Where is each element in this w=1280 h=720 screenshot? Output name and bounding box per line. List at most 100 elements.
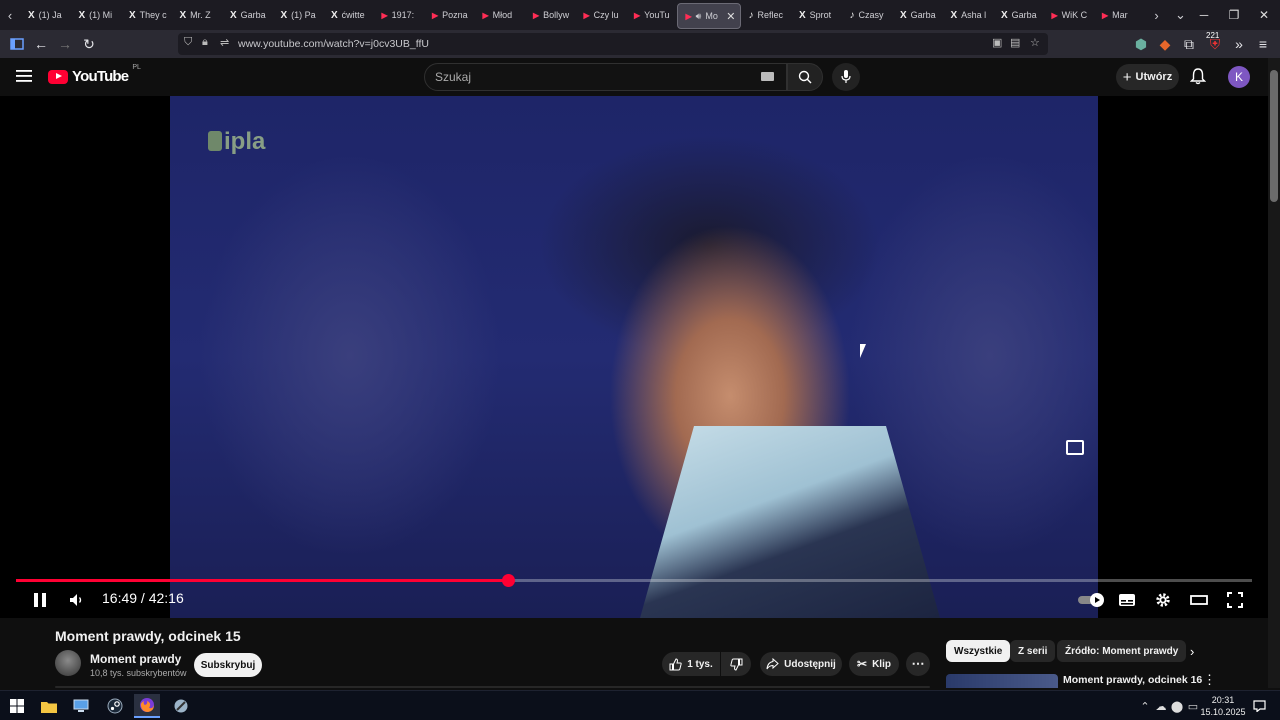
- chips-next-chevron-icon[interactable]: ›: [1190, 644, 1194, 659]
- tab-scroll-right-button[interactable]: ›: [1147, 0, 1167, 30]
- computer-app-icon[interactable]: [68, 694, 94, 718]
- dislike-button[interactable]: [721, 652, 751, 676]
- sidebar-toggle-icon[interactable]: [6, 34, 28, 54]
- file-explorer-icon[interactable]: [36, 694, 62, 718]
- overflow-chevron-icon[interactable]: »: [1228, 34, 1250, 54]
- url-text[interactable]: www.youtube.com/watch?v=j0cv3UB_ffU: [238, 38, 429, 50]
- back-button[interactable]: ←: [30, 34, 52, 54]
- theater-mode-button[interactable]: [1188, 586, 1210, 614]
- subscribe-button[interactable]: Subskrybuj: [194, 653, 262, 677]
- browser-tab[interactable]: X (1) Ja: [20, 2, 71, 28]
- subtitles-button[interactable]: [1116, 586, 1138, 614]
- voice-search-button[interactable]: [832, 63, 860, 91]
- browser-tab[interactable]: ▶ Pozna: [424, 2, 475, 28]
- reader-view-icon[interactable]: ▤: [1010, 36, 1020, 49]
- chip-all[interactable]: Wszystkie: [946, 640, 1011, 662]
- firefox-taskbar-icon[interactable]: [134, 694, 160, 718]
- next-video-menu-icon[interactable]: ⋮: [1203, 672, 1216, 688]
- browser-tab-active[interactable]: ▶ 🔊︎ Mo ✕: [676, 3, 741, 29]
- more-actions-button[interactable]: ⋯: [906, 652, 930, 676]
- ublock-icon[interactable]: 221 ⛨: [1204, 31, 1226, 54]
- minimize-button[interactable]: ─: [1188, 0, 1220, 30]
- cloud-tray-icon[interactable]: ☁: [1154, 699, 1168, 713]
- browser-tab[interactable]: X Garba: [993, 2, 1044, 28]
- browser-tab[interactable]: X They c: [121, 2, 172, 28]
- page-scrollbar[interactable]: [1268, 58, 1280, 688]
- account-avatar[interactable]: K: [1228, 66, 1250, 88]
- next-video-thumbnail[interactable]: [946, 674, 1058, 688]
- bookmark-star-icon[interactable]: ☆: [1030, 36, 1040, 49]
- extensions-puzzle-icon[interactable]: ⧉: [1178, 34, 1200, 54]
- shield-icon[interactable]: ⛉: [184, 36, 192, 49]
- steam-icon[interactable]: [102, 694, 128, 718]
- browser-tab[interactable]: X (1) Pa: [273, 2, 324, 28]
- create-button[interactable]: + Utwórz: [1116, 64, 1179, 90]
- browser-tab[interactable]: X Garba: [222, 2, 273, 28]
- like-button[interactable]: 1 tys.: [662, 652, 720, 676]
- video-frame[interactable]: ipla: [170, 96, 1098, 618]
- reload-button[interactable]: ↻: [78, 34, 100, 54]
- start-button[interactable]: [4, 694, 30, 718]
- browser-tab[interactable]: ♪ Reflec: [741, 2, 792, 28]
- search-input[interactable]: Szukaj: [424, 63, 787, 91]
- close-window-button[interactable]: ✕: [1248, 0, 1280, 30]
- browser-tab[interactable]: X Garba: [892, 2, 943, 28]
- channel-name[interactable]: Moment prawdy: [90, 652, 181, 666]
- search-button[interactable]: [787, 63, 823, 91]
- browser-tab[interactable]: ▶ Młod: [475, 2, 526, 28]
- hamburger-menu-icon[interactable]: [16, 69, 32, 88]
- description-box-edge[interactable]: [55, 686, 930, 688]
- share-button[interactable]: Udostępnij: [760, 652, 842, 676]
- browser-tab[interactable]: X Sprot: [791, 2, 842, 28]
- clip-button[interactable]: ✂ Klip: [849, 652, 899, 676]
- lock-icon[interactable]: 🔒︎: [202, 36, 208, 49]
- chip-from-series[interactable]: Z serii: [1010, 640, 1056, 662]
- browser-tab[interactable]: Xćwitte: [323, 2, 374, 28]
- forward-button[interactable]: →: [54, 34, 76, 54]
- browser-tab[interactable]: ♪ Czasy: [842, 2, 893, 28]
- progress-bar[interactable]: [16, 574, 1252, 587]
- youtube-logo[interactable]: YouTube PL: [48, 64, 141, 85]
- next-video-title[interactable]: Moment prawdy, odcinek 16: [1063, 674, 1202, 686]
- tab-audio-icon[interactable]: 🔊︎: [696, 11, 702, 22]
- vpn-extension-icon[interactable]: ⬢: [1130, 34, 1152, 54]
- browser-tab[interactable]: X (1) Mi: [71, 2, 122, 28]
- volume-button[interactable]: [66, 586, 88, 614]
- restore-button[interactable]: ❐: [1218, 0, 1250, 30]
- chip-source-channel[interactable]: Źródło: Moment prawdy: [1057, 640, 1187, 662]
- extension-icon[interactable]: ◆: [1154, 34, 1176, 54]
- browser-tab[interactable]: ▶ Bollyw: [525, 2, 576, 28]
- picture-in-picture-icon[interactable]: ▣: [992, 36, 1002, 49]
- pause-button[interactable]: [30, 586, 50, 614]
- app-menu-icon[interactable]: ≡: [1252, 34, 1274, 54]
- notification-center-icon[interactable]: [1252, 699, 1266, 713]
- volume-icon: [70, 594, 82, 606]
- tab-close-icon[interactable]: ✕: [726, 10, 735, 23]
- settings-button[interactable]: [1152, 586, 1174, 614]
- taskbar-clock[interactable]: 20:31 15.10.2025: [1200, 694, 1246, 718]
- keyboard-icon[interactable]: [761, 72, 774, 81]
- fullscreen-button[interactable]: [1224, 586, 1246, 614]
- tab-label: Pozna: [442, 10, 468, 20]
- browser-tab[interactable]: X Asha l: [943, 2, 994, 28]
- permissions-icon[interactable]: ⇌: [220, 36, 229, 49]
- browser-tab[interactable]: ▶ YouTu: [626, 2, 677, 28]
- tab-scroll-left-button[interactable]: ‹: [0, 0, 20, 30]
- browser-tab[interactable]: X Mr. Z: [172, 2, 223, 28]
- url-bar[interactable]: ⛉ 🔒︎ ⇌ www.youtube.com/watch?v=j0cv3UB_f…: [178, 33, 1048, 55]
- tools-app-icon[interactable]: [168, 694, 194, 718]
- browser-tab[interactable]: ▶ Mar: [1094, 2, 1145, 28]
- security-tray-icon[interactable]: ⬤: [1170, 699, 1184, 713]
- scrollbar-thumb[interactable]: [1270, 70, 1278, 202]
- notifications-button[interactable]: [1189, 67, 1210, 87]
- miniplayer-icon[interactable]: [1066, 440, 1084, 455]
- show-hidden-icons-chevron[interactable]: ⌃: [1138, 699, 1152, 713]
- browser-tab[interactable]: ▶ WiK C: [1044, 2, 1095, 28]
- network-tray-icon[interactable]: ▭: [1186, 699, 1200, 713]
- channel-avatar[interactable]: [55, 650, 81, 676]
- tiktok-favicon-icon: ♪: [748, 9, 754, 21]
- browser-tab[interactable]: ▶ 1917:: [374, 2, 425, 28]
- autoplay-toggle[interactable]: [1076, 586, 1106, 614]
- video-player[interactable]: ipla 16:49 / 42:16: [0, 96, 1268, 618]
- browser-tab[interactable]: ▶ Czy lu: [576, 2, 627, 28]
